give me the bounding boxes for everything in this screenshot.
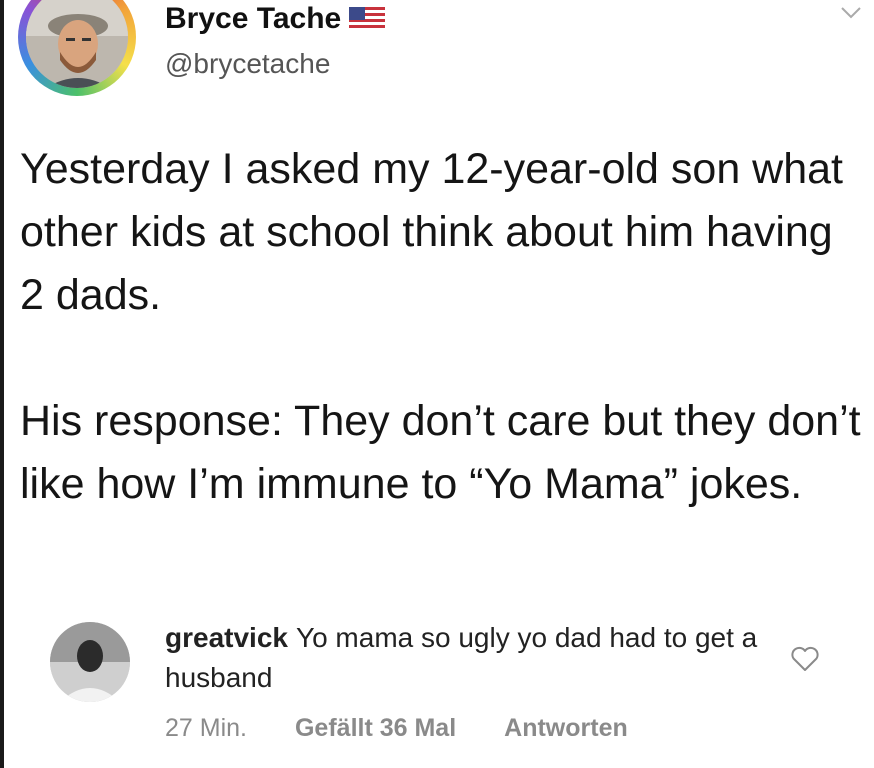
tweet-menu-button[interactable] [840, 6, 862, 25]
chevron-down-icon [841, 7, 861, 19]
like-comment-button[interactable] [790, 646, 820, 677]
comment-text: greatvick Yo mama so ugly yo dad had to g… [165, 618, 765, 698]
author-name[interactable]: Bryce Tache [165, 2, 386, 36]
comment-username[interactable]: greatvick [165, 622, 288, 653]
heart-icon [791, 646, 819, 671]
us-flag-icon [349, 7, 386, 31]
author-name-text[interactable]: Bryce Tache [165, 2, 341, 36]
reply-button[interactable]: Antworten [504, 714, 628, 743]
tweet-paragraph-1: Yesterday I asked my 12-year-old son wha… [20, 145, 844, 319]
tweet-text: Yesterday I asked my 12-year-old son wha… [20, 138, 865, 516]
tweet-paragraph-2: His response: They don’t care but they d… [20, 397, 861, 508]
comment-meta: 27 Min. Gefällt 36 Mal Antworten [165, 714, 628, 743]
commenter-photo-icon [50, 622, 130, 702]
person-photo-icon [26, 0, 128, 88]
commenter-avatar[interactable] [50, 622, 130, 702]
author-handle[interactable]: @brycetache [165, 48, 330, 80]
author-avatar[interactable] [18, 0, 136, 96]
comment-likes[interactable]: Gefällt 36 Mal [295, 714, 456, 743]
comment-timestamp: 27 Min. [165, 714, 247, 742]
author-avatar-photo [26, 0, 128, 88]
left-edge-border [0, 0, 4, 768]
